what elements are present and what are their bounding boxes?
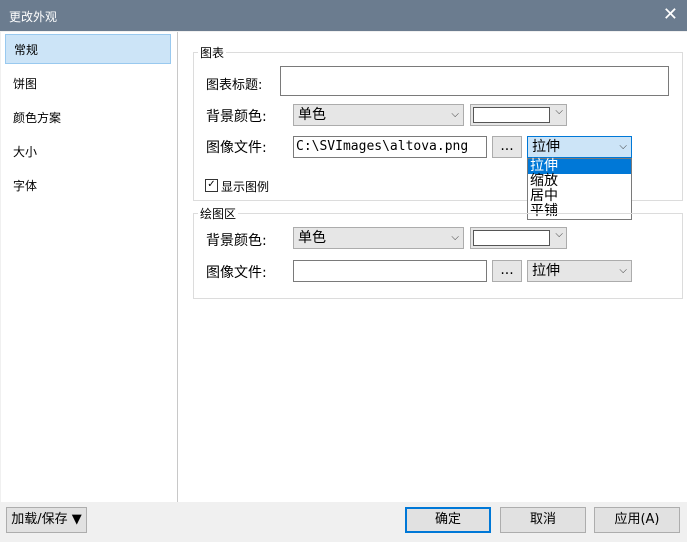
sidebar: 常规 饼图 颜色方案 大小 字体 [1, 32, 178, 502]
chart-bg-color-label: 背景颜色: [206, 109, 267, 125]
show-legend-checkbox[interactable]: ✓ [205, 179, 218, 192]
close-icon[interactable]: ✕ [663, 5, 678, 25]
plot-image-mode-select[interactable]: 拉伸 ⌵ [527, 260, 632, 282]
plot-bg-color-picker[interactable]: ⌵ [470, 227, 567, 249]
chart-title-label: 图表标题: [206, 78, 263, 93]
chart-group-label: 图表 [198, 44, 227, 61]
color-swatch [473, 230, 550, 246]
chart-image-file-input[interactable]: C:\SVImages\altova.png [293, 136, 487, 158]
dropdown-option-zoom[interactable]: 缩放 [528, 174, 631, 189]
apply-button[interactable]: 应用(A) [594, 507, 680, 533]
plot-group-label: 绘图区 [198, 205, 239, 222]
chart-bg-color-mode-select[interactable]: 单色 ⌵ [293, 104, 464, 126]
chart-bg-color-mode-value: 单色 [298, 107, 326, 123]
color-swatch [473, 107, 550, 123]
chevron-down-icon: ⌵ [451, 232, 459, 243]
dropdown-option-center[interactable]: 居中 [528, 189, 631, 204]
window-title: 更改外观 [9, 10, 58, 24]
plot-image-file-input[interactable] [293, 260, 487, 282]
plot-image-browse-button[interactable]: ... [492, 260, 522, 282]
sidebar-item-size[interactable]: 大小 [5, 137, 171, 167]
chevron-down-icon: ⌵ [451, 109, 459, 120]
plot-image-mode-value: 拉伸 [532, 263, 560, 279]
chevron-down-icon: ⌵ [619, 141, 627, 152]
sidebar-item-font[interactable]: 字体 [5, 171, 171, 201]
cancel-button[interactable]: 取消 [500, 507, 586, 533]
plot-group-box [193, 213, 683, 299]
chevron-down-icon: ⌵ [619, 265, 627, 276]
chevron-down-icon: ⌵ [555, 106, 563, 117]
chart-bg-color-picker[interactable]: ⌵ [470, 104, 567, 126]
plot-image-file-label: 图像文件: [206, 265, 267, 281]
chart-image-file-label: 图像文件: [206, 140, 267, 156]
dropdown-option-stretch[interactable]: 拉伸 [528, 159, 631, 174]
plot-bg-color-label: 背景颜色: [206, 233, 267, 249]
show-legend-label: 显示图例 [221, 180, 270, 194]
image-mode-dropdown-list: 拉伸 缩放 居中 平铺 [527, 158, 632, 220]
plot-bg-color-mode-select[interactable]: 单色 ⌵ [293, 227, 464, 249]
sidebar-item-color-scheme[interactable]: 颜色方案 [5, 103, 171, 133]
chart-image-browse-button[interactable]: ... [492, 136, 522, 158]
ok-button[interactable]: 确定 [405, 507, 491, 533]
chart-title-input[interactable] [280, 66, 669, 96]
plot-bg-color-mode-value: 单色 [298, 230, 326, 246]
chevron-down-icon: ⌵ [555, 229, 563, 240]
sidebar-item-pie[interactable]: 饼图 [5, 69, 171, 99]
sidebar-item-general[interactable]: 常规 [5, 34, 171, 64]
chart-image-mode-select[interactable]: 拉伸 ⌵ [527, 136, 632, 158]
load-save-button[interactable]: 加载/保存 ▼ [6, 507, 87, 533]
title-bar: 更改外观 ✕ [0, 0, 687, 31]
chart-image-mode-value: 拉伸 [532, 139, 560, 155]
